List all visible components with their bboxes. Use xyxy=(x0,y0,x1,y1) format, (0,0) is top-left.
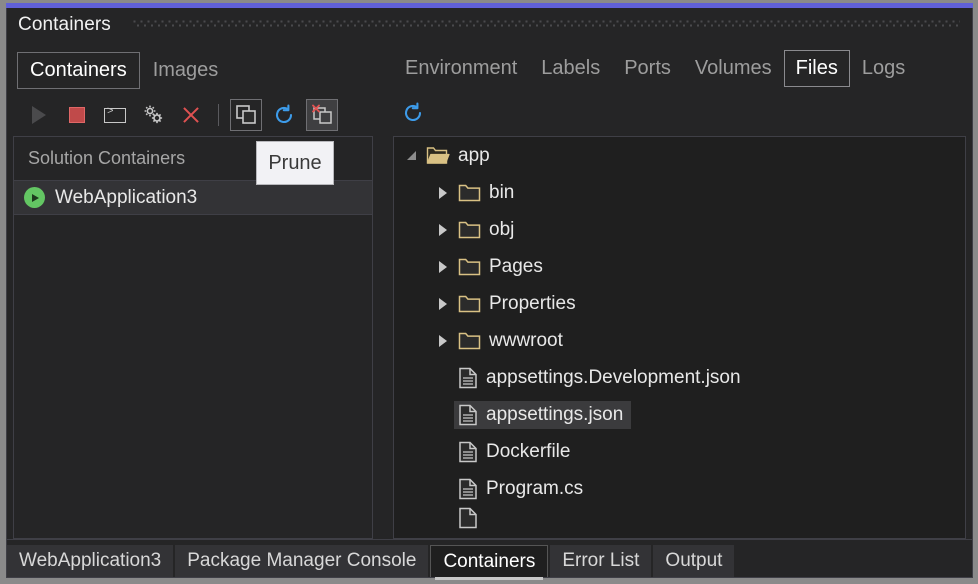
refresh-files-button[interactable] xyxy=(397,97,429,129)
tree-item-bin[interactable]: bin xyxy=(394,174,965,211)
stop-square-icon xyxy=(69,107,85,123)
tree-item-appsettings-development[interactable]: appsettings.Development.json xyxy=(394,359,965,396)
refresh-icon xyxy=(275,104,293,124)
running-green-icon xyxy=(24,187,45,208)
tree-item-label: bin xyxy=(489,181,515,203)
tab-files[interactable]: Files xyxy=(783,50,850,87)
folder-icon xyxy=(458,332,481,349)
tree-item-properties[interactable]: Properties xyxy=(394,285,965,322)
tree-item-label: Pages xyxy=(489,255,543,277)
containers-toolbar xyxy=(23,96,338,134)
expand-arrow-icon[interactable] xyxy=(432,334,454,347)
tab-volumes[interactable]: Volumes xyxy=(683,50,784,87)
containers-left-pane: Containers Images > Solution Containers … xyxy=(13,44,373,539)
file-icon xyxy=(459,507,477,529)
expand-arrow-icon[interactable] xyxy=(432,297,454,310)
folder-icon xyxy=(458,295,481,312)
stop-button[interactable] xyxy=(61,99,93,131)
prune-icon xyxy=(312,104,332,124)
toolbar-separator xyxy=(218,104,219,126)
expand-arrow-icon[interactable] xyxy=(432,223,454,236)
expand-arrow-icon[interactable] xyxy=(432,260,454,273)
folder-open-icon xyxy=(426,147,450,164)
play-icon xyxy=(32,106,46,124)
container-name: WebApplication3 xyxy=(55,186,198,208)
tab-labels[interactable]: Labels xyxy=(529,50,612,87)
bottom-tab-webapplication3[interactable]: WebApplication3 xyxy=(7,545,174,577)
tree-item-label: appsettings.json xyxy=(486,403,624,425)
file-icon xyxy=(459,404,477,425)
show-all-containers-button[interactable] xyxy=(230,99,262,131)
tree-item-label: appsettings.Development.json xyxy=(486,366,741,388)
files-toolbar xyxy=(397,94,429,132)
tree-item-program-cs[interactable]: Program.cs xyxy=(394,470,965,507)
tree-item-appsettings-json[interactable]: appsettings.json xyxy=(394,396,965,433)
tab-environment[interactable]: Environment xyxy=(393,50,529,87)
gears-icon xyxy=(144,105,163,124)
tree-item-label: app xyxy=(458,144,490,166)
drag-handle[interactable] xyxy=(133,20,960,31)
tree-item-wwwroot[interactable]: wwwroot xyxy=(394,322,965,359)
bottom-tab-error-list[interactable]: Error List xyxy=(550,545,652,577)
refresh-icon xyxy=(404,102,422,122)
bottom-tab-strip: WebApplication3 Package Manager Console … xyxy=(7,539,972,580)
tab-ports[interactable]: Ports xyxy=(612,50,683,87)
folder-icon xyxy=(458,258,481,275)
tree-item-partial[interactable] xyxy=(394,507,965,529)
details-tab-strip: Environment Labels Ports Volumes Files L… xyxy=(393,50,917,87)
terminal-icon xyxy=(104,106,126,123)
tab-containers[interactable]: Containers xyxy=(17,51,140,89)
stacked-windows-icon xyxy=(236,105,256,124)
file-icon xyxy=(459,367,477,388)
tool-window: Containers Containers Images > Solution … xyxy=(6,8,973,580)
solution-containers-list: Solution Containers WebApplication3 xyxy=(13,136,373,539)
container-list-item[interactable]: WebApplication3 xyxy=(14,181,372,215)
folder-icon xyxy=(458,184,481,201)
bottom-tab-containers[interactable]: Containers xyxy=(430,545,549,580)
run-button[interactable] xyxy=(23,99,55,131)
remove-button[interactable] xyxy=(175,99,207,131)
tree-item-label: wwwroot xyxy=(489,329,563,351)
file-icon xyxy=(459,441,477,462)
tree-item-label: Dockerfile xyxy=(486,440,571,462)
tree-item-label: obj xyxy=(489,218,515,240)
left-pane-tabs: Containers Images xyxy=(17,50,231,90)
tree-item-app[interactable]: app xyxy=(394,137,965,174)
tree-item-obj[interactable]: obj xyxy=(394,211,965,248)
visual-studio-containers-window: Containers Containers Images > Solution … xyxy=(0,0,978,584)
tree-item-pages[interactable]: Pages xyxy=(394,248,965,285)
bottom-tab-package-manager-console[interactable]: Package Manager Console xyxy=(175,545,429,577)
page-title: Containers xyxy=(18,14,111,35)
tree-item-dockerfile[interactable]: Dockerfile xyxy=(394,433,965,470)
tree-item-label: Program.cs xyxy=(486,477,584,499)
tab-logs[interactable]: Logs xyxy=(850,50,917,87)
settings-button[interactable] xyxy=(137,99,169,131)
open-terminal-button[interactable] xyxy=(99,99,131,131)
tab-images[interactable]: Images xyxy=(140,52,232,89)
tree-item-label: Properties xyxy=(489,292,576,314)
bottom-tab-output[interactable]: Output xyxy=(653,545,735,577)
close-x-icon xyxy=(181,105,201,125)
title-bar: Containers xyxy=(7,8,972,44)
tooltip-prune: Prune xyxy=(256,141,334,185)
file-tree[interactable]: app bin obj Pages Properties wwwroot app… xyxy=(393,136,966,539)
expand-arrow-icon[interactable] xyxy=(432,186,454,199)
collapse-arrow-icon[interactable] xyxy=(400,151,422,160)
container-details-pane: Environment Labels Ports Volumes Files L… xyxy=(385,44,966,539)
file-icon xyxy=(459,478,477,499)
refresh-button[interactable] xyxy=(268,99,300,131)
folder-icon xyxy=(458,221,481,238)
prune-button[interactable] xyxy=(306,99,338,131)
